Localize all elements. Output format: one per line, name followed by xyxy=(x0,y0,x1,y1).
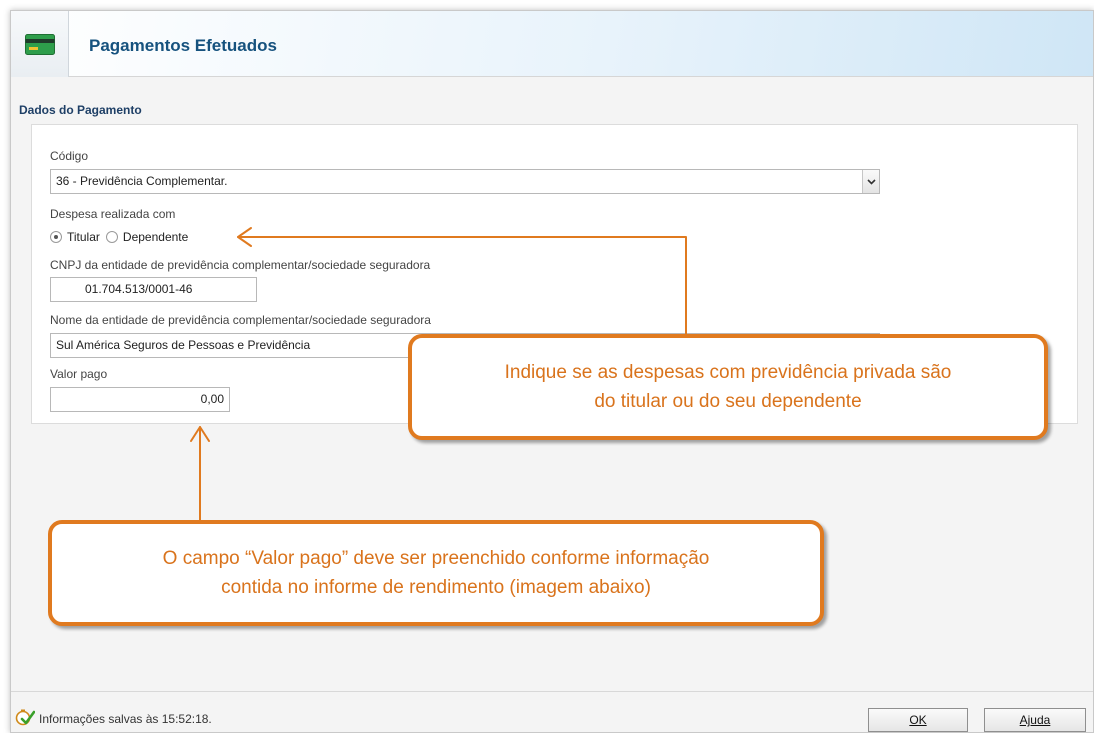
status-bar: Informações salvas às 15:52:18. OK Ajuda xyxy=(11,691,1093,733)
codigo-label: Código xyxy=(50,149,89,163)
cnpj-label: CNPJ da entidade de previdência compleme… xyxy=(50,258,431,272)
radio-titular-label[interactable]: Titular xyxy=(67,230,100,244)
callout-valor-pago: O campo “Valor pago” deve ser preenchido… xyxy=(48,520,824,626)
saved-check-icon xyxy=(15,709,35,726)
valor-input[interactable]: 0,00 xyxy=(50,387,230,412)
radio-dependente-label[interactable]: Dependente xyxy=(123,230,188,244)
despesa-radio-group: Titular Dependente xyxy=(50,230,194,244)
chevron-down-icon[interactable] xyxy=(862,170,879,193)
credit-card-icon xyxy=(25,34,55,55)
callout-dependente-line1: Indique se as despesas com previdência p… xyxy=(504,362,952,383)
cnpj-input[interactable]: 01.704.513/0001-46 xyxy=(50,277,257,302)
callout-dependente: Indique se as despesas com previdência p… xyxy=(408,334,1048,440)
title-icon-box xyxy=(11,11,69,77)
despesa-label: Despesa realizada com xyxy=(50,207,176,221)
window-title: Pagamentos Efetuados xyxy=(89,36,277,55)
nome-label: Nome da entidade de previdência compleme… xyxy=(50,313,431,327)
ajuda-button[interactable]: Ajuda xyxy=(984,708,1086,732)
callout-dependente-line2: do titular ou do seu dependente xyxy=(594,391,862,412)
title-bar: Pagamentos Efetuados xyxy=(11,11,1093,77)
ok-button[interactable]: OK xyxy=(868,708,968,732)
status-text: Informações salvas às 15:52:18. xyxy=(39,712,212,726)
section-heading: Dados do Pagamento xyxy=(19,103,142,117)
radio-dependente[interactable] xyxy=(105,231,118,243)
codigo-select-value: 36 - Previdência Complementar. xyxy=(56,174,228,188)
valor-label: Valor pago xyxy=(50,367,108,381)
codigo-select[interactable]: 36 - Previdência Complementar. xyxy=(50,169,880,194)
callout-valor-line1: O campo “Valor pago” deve ser preenchido… xyxy=(162,548,710,569)
radio-titular[interactable] xyxy=(50,231,62,243)
callout-valor-line2: contida no informe de rendimento (imagem… xyxy=(221,577,651,598)
